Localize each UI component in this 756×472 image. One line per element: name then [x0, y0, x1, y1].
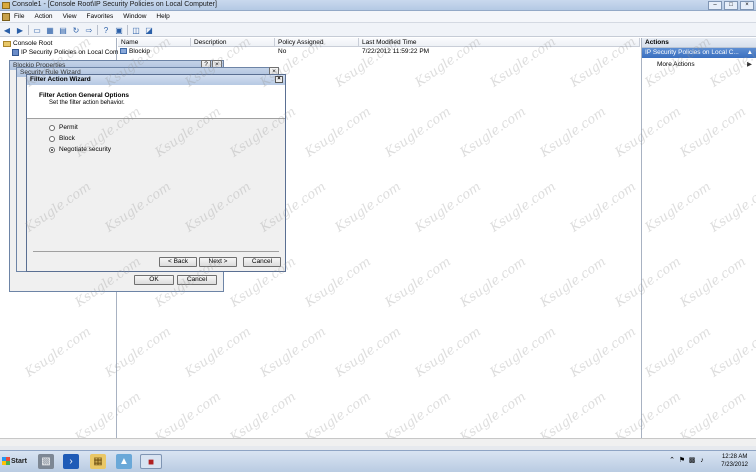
column-header-policy-assigned[interactable]: Policy Assigned — [275, 38, 359, 47]
volume-icon[interactable]: ♪ — [698, 456, 706, 466]
refresh-icon[interactable]: ↻ — [71, 25, 81, 35]
show-hidden-icons-icon[interactable]: ⌃ — [668, 456, 676, 466]
more-actions-label: More Actions — [657, 61, 695, 68]
tree-node-label: Console Root — [13, 40, 53, 47]
collapse-icon[interactable]: ▲ — [747, 48, 753, 58]
radio-block[interactable]: Block — [49, 135, 75, 142]
properties-icon[interactable]: ▣ — [114, 25, 124, 35]
export-list-icon[interactable]: ⇨ — [84, 25, 94, 35]
clock[interactable]: 12:28 AM 7/23/2012 — [721, 453, 748, 469]
powershell-icon[interactable]: › — [63, 454, 79, 469]
chevron-right-icon: ▶ — [747, 61, 752, 68]
radio-button[interactable] — [49, 124, 55, 131]
horizontal-scrollbar[interactable] — [0, 438, 756, 446]
flag-icon[interactable]: ⚑ — [678, 456, 686, 466]
toolbar-separator — [127, 24, 128, 35]
radio-button[interactable] — [49, 135, 55, 142]
clock-date: 7/23/2012 — [721, 462, 748, 468]
menu-window[interactable]: Window — [123, 13, 146, 20]
menu-favorites[interactable]: Favorites — [87, 13, 114, 20]
system-menu-icon[interactable] — [2, 13, 10, 21]
toolbar-separator — [97, 24, 98, 35]
filter-list-icon[interactable]: ◪ — [144, 25, 154, 35]
clock-time: 12:28 AM — [721, 454, 748, 460]
system-tray: ⌃ ⚑ ▩ ♪ 12:28 AM 7/23/2012 — [664, 451, 756, 472]
network-icon[interactable]: ▩ — [688, 456, 696, 466]
menu-help[interactable]: Help — [156, 13, 169, 20]
forward-arrow-icon[interactable]: ▶ — [15, 25, 25, 35]
show-hide-tree-icon[interactable]: ▦ — [45, 25, 55, 35]
row-last-modified: 7/22/2012 11:59:22 PM — [362, 48, 430, 55]
help-icon[interactable]: ? — [101, 25, 111, 35]
wizard-cancel-button[interactable]: Cancel — [243, 257, 281, 267]
radio-button-selected[interactable] — [49, 146, 55, 153]
tree-node-ip-security[interactable]: IP Security Policies on Local Compute — [12, 49, 131, 56]
menu-view[interactable]: View — [63, 13, 77, 20]
table-row[interactable]: Blockip — [120, 48, 150, 56]
start-button[interactable]: Start — [1, 453, 31, 470]
wizard-subheading: Set the filter action behavior. — [49, 100, 125, 106]
menu-file[interactable]: File — [14, 13, 24, 20]
back-arrow-icon[interactable]: ◀ — [2, 25, 12, 35]
window-titlebar: Console1 - [Console Root\IP Security Pol… — [0, 0, 756, 11]
window-controls: – □ × — [708, 1, 754, 10]
actions-header: Actions — [642, 38, 756, 48]
wizard-title: Filter Action Wizard — [30, 76, 91, 83]
row-policy-assigned: No — [278, 48, 287, 55]
more-actions-item[interactable]: More Actions ▶ — [642, 58, 756, 71]
menu-bar: File Action View Favorites Window Help — [0, 11, 756, 23]
up-folder-icon[interactable]: ▭ — [32, 25, 42, 35]
wizard-heading: Filter Action General Options — [39, 92, 130, 99]
minimize-button[interactable]: – — [708, 1, 722, 10]
wizard-divider — [33, 251, 279, 252]
toolbar: ◀ ▶ ▭ ▦ ▤ ↻ ⇨ ? ▣ ◫ ◪ — [0, 23, 756, 37]
start-label: Start — [11, 458, 27, 465]
server-app-icon[interactable]: ▲ — [116, 454, 132, 469]
mmc-app-icon — [2, 2, 10, 9]
filter-action-wizard: Filter Action Wizard × Filter Action Gen… — [26, 74, 286, 272]
actions-selected-label: IP Security Policies on Local C... — [645, 49, 739, 56]
windows-logo-icon — [2, 457, 10, 465]
toolbar-separator — [28, 24, 29, 35]
radio-permit[interactable]: Permit — [49, 124, 78, 131]
server-manager-icon[interactable]: ▧ — [38, 454, 54, 469]
window-title: Console1 - [Console Root\IP Security Pol… — [12, 1, 217, 8]
taskbar: Start ▧ › ▦ ▲ ■ ⌃ ⚑ ▩ ♪ 12:28 AM 7/23/20… — [0, 450, 756, 472]
list-view-icon[interactable]: ▤ — [58, 25, 68, 35]
next-button[interactable]: Next > — [199, 257, 237, 267]
actions-pane: Actions IP Security Policies on Local C.… — [641, 38, 756, 438]
back-button[interactable]: < Back — [159, 257, 197, 267]
folder-icon — [3, 40, 11, 47]
column-header-description[interactable]: Description — [191, 38, 275, 47]
actions-selected-section[interactable]: IP Security Policies on Local C... ▲ — [642, 48, 756, 58]
maximize-button[interactable]: □ — [724, 1, 738, 10]
wizard-header-band: Filter Action General Options Set the fi… — [27, 85, 285, 119]
column-header-name[interactable]: Name — [118, 38, 191, 47]
mmc-console-task-icon[interactable]: ■ — [140, 454, 162, 469]
tree-node-label: IP Security Policies on Local Compute — [21, 49, 132, 56]
explorer-folder-icon[interactable]: ▦ — [90, 454, 106, 469]
close-button[interactable]: × — [740, 1, 754, 10]
policy-icon[interactable]: ◫ — [131, 25, 141, 35]
ip-security-icon — [12, 49, 19, 56]
tree-node-console-root[interactable]: Console Root — [3, 40, 52, 47]
menu-action[interactable]: Action — [34, 13, 52, 20]
wizard-titlebar: Filter Action Wizard × — [27, 75, 285, 85]
wizard-close-button[interactable]: × — [275, 76, 283, 83]
radio-label: Negotiate security — [59, 146, 112, 153]
row-name: Blockip — [129, 48, 150, 55]
ok-button[interactable]: OK — [134, 275, 174, 285]
column-header-last-modified[interactable]: Last Modified Time — [359, 38, 640, 47]
policy-icon — [120, 48, 127, 55]
properties-cancel-button[interactable]: Cancel — [177, 275, 217, 285]
radio-label: Block — [59, 135, 75, 142]
radio-label: Permit — [59, 124, 78, 131]
radio-negotiate-security[interactable]: Negotiate security — [49, 146, 111, 153]
